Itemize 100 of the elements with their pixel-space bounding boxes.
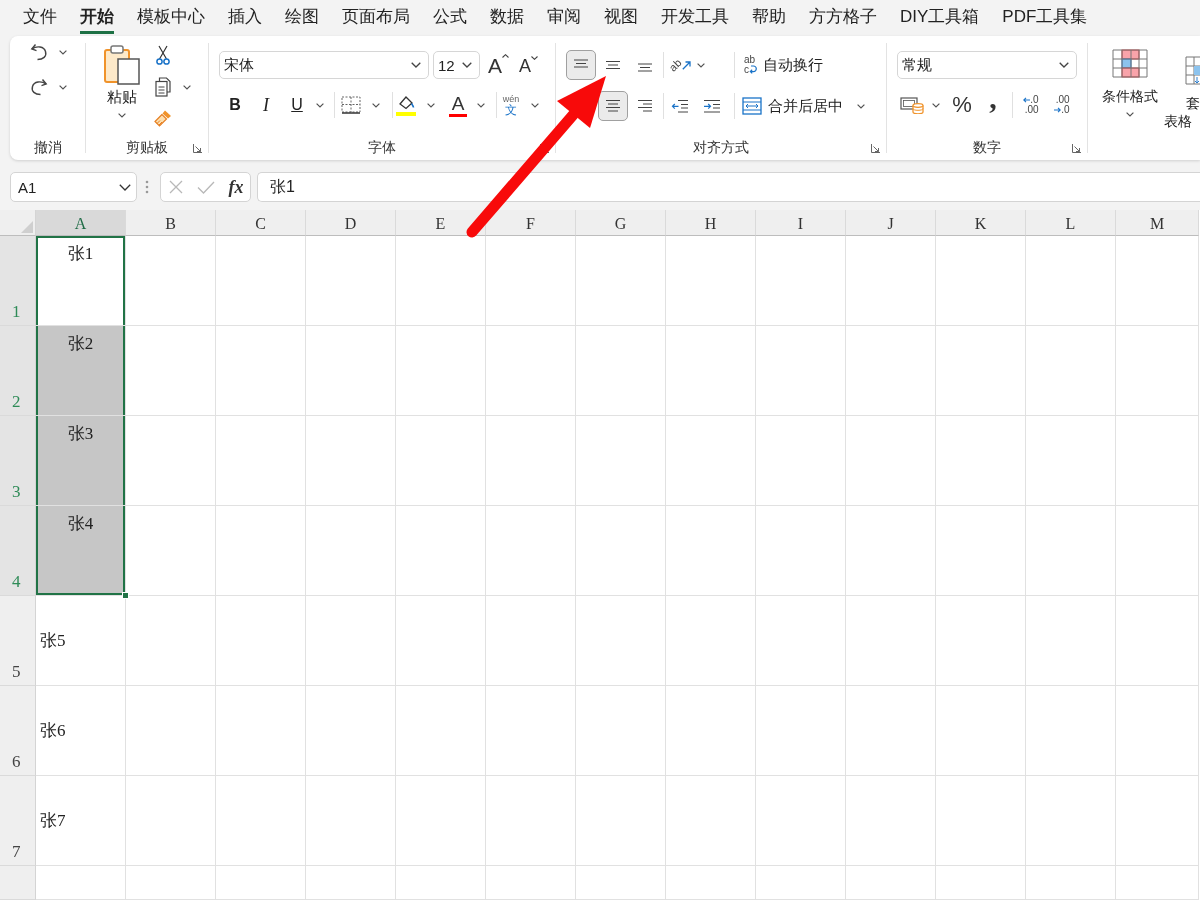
caret-icon[interactable]	[59, 84, 67, 90]
caret-icon[interactable]	[372, 102, 380, 108]
menu-tab[interactable]: PDF工具集	[1002, 0, 1088, 34]
caret-icon[interactable]	[531, 102, 539, 108]
caret-down-icon[interactable]	[531, 56, 539, 60]
menu-tab[interactable]: 数据	[490, 0, 524, 34]
menu-tab[interactable]: 模板中心	[137, 0, 205, 34]
table-cell: 张4	[36, 506, 126, 596]
underline-button[interactable]: U	[282, 91, 312, 119]
column-header[interactable]: L	[1026, 210, 1116, 236]
merge-center-button[interactable]: 合并后居中	[742, 91, 843, 121]
fill-color-icon[interactable]	[396, 94, 416, 116]
row-header[interactable]: 5	[0, 596, 36, 686]
caret-icon[interactable]	[477, 102, 485, 108]
diagonal-arrow-icon[interactable]	[681, 60, 691, 70]
caret-icon[interactable]	[1126, 112, 1134, 117]
scissors-icon[interactable]	[156, 45, 170, 65]
column-header[interactable]: J	[846, 210, 936, 236]
dialog-launcher-icon[interactable]	[871, 143, 880, 153]
decrease-font-size-button[interactable]: A	[519, 51, 539, 79]
table-cell: 张2	[36, 326, 126, 416]
chevron-down-icon[interactable]	[119, 183, 131, 191]
text-orientation-button[interactable]: ab	[667, 50, 693, 80]
column-header[interactable]: A	[36, 210, 126, 236]
menu-tab[interactable]: DIY工具箱	[900, 0, 980, 34]
caret-icon[interactable]	[183, 84, 191, 90]
column-header[interactable]: B	[126, 210, 216, 236]
copy-icon[interactable]	[155, 77, 171, 97]
align-center-icon[interactable]	[605, 99, 621, 113]
currency-icon[interactable]	[900, 96, 924, 114]
right-arrow-icon[interactable]	[1054, 107, 1062, 113]
caret-icon[interactable]	[857, 103, 865, 109]
menu-tab[interactable]: 页面布局	[342, 0, 410, 34]
font-size-select[interactable]: 12	[433, 51, 480, 79]
row-header[interactable]: 7	[0, 776, 36, 866]
menu-tab[interactable]: 插入	[228, 0, 262, 34]
table-cell: 张1	[36, 236, 126, 326]
row-header[interactable]: 6	[0, 686, 36, 776]
menu-tab[interactable]: 视图	[604, 0, 638, 34]
menu-tab[interactable]: 文件	[23, 0, 57, 34]
caret-up-icon[interactable]	[502, 54, 509, 58]
paste-button[interactable]: 粘贴	[104, 45, 140, 106]
column-header[interactable]: I	[756, 210, 846, 236]
column-header[interactable]: M	[1116, 210, 1199, 236]
caret-icon[interactable]	[932, 102, 940, 108]
decrease-indent-icon[interactable]	[671, 99, 689, 113]
number-format-select[interactable]: 常规	[897, 51, 1077, 79]
table-cell: 张3	[36, 416, 126, 506]
chevron-down-icon[interactable]	[1059, 62, 1069, 68]
chevron-down-icon[interactable]	[411, 62, 421, 68]
caret-icon[interactable]	[118, 113, 126, 118]
left-arrow-icon[interactable]	[1023, 97, 1031, 103]
table-format-button[interactable]: 套 表格	[1162, 49, 1200, 136]
decrease-decimal-button[interactable]: .00 .0	[1054, 91, 1070, 119]
phonetic-guide-button[interactable]: wén 文	[502, 91, 520, 119]
column-header[interactable]: H	[666, 210, 756, 236]
conditional-format-button[interactable]: 条件格式	[1100, 49, 1160, 105]
group-label: 剪贴板	[126, 139, 168, 157]
font-name-select[interactable]: 宋体	[219, 51, 429, 79]
menu-tab[interactable]: 绘图	[285, 0, 319, 34]
bold-button[interactable]: B	[220, 91, 250, 119]
align-center-button[interactable]	[598, 91, 628, 121]
table-style-icon[interactable]	[1185, 55, 1200, 86]
caret-icon[interactable]	[427, 102, 435, 108]
menu-tab[interactable]: 帮助	[752, 0, 786, 34]
chevron-down-icon[interactable]	[462, 62, 472, 68]
menu-tab[interactable]: 审阅	[547, 0, 581, 34]
fill-handle[interactable]	[122, 592, 129, 599]
borders-icon[interactable]	[341, 96, 361, 114]
menu-tab[interactable]: 方方格子	[809, 0, 877, 34]
font-color-button[interactable]: A	[448, 93, 468, 117]
increase-decimal-button[interactable]: .0 .00	[1023, 91, 1039, 119]
increase-font-size-button[interactable]: A	[488, 51, 509, 79]
menu-tab[interactable]: 公式	[433, 0, 467, 34]
caret-icon[interactable]	[316, 102, 324, 108]
clipboard-icon[interactable]	[104, 45, 140, 85]
column-header[interactable]: G	[576, 210, 666, 236]
undo-icon[interactable]	[30, 43, 48, 61]
group-label: 撤消	[33, 139, 62, 157]
caret-icon[interactable]	[697, 62, 705, 68]
name-box[interactable]: A1	[10, 172, 137, 202]
insert-function-button[interactable]: fx	[221, 173, 251, 201]
return-arrow-icon[interactable]	[749, 65, 757, 75]
redo-icon[interactable]	[30, 78, 48, 96]
formula-input[interactable]: 张1	[257, 172, 1200, 202]
dialog-launcher-icon[interactable]	[1072, 143, 1081, 153]
column-header[interactable]: F	[486, 210, 576, 236]
column-header[interactable]: K	[936, 210, 1026, 236]
increase-indent-icon[interactable]	[703, 99, 721, 113]
column-header[interactable]: D	[306, 210, 396, 236]
percent-button[interactable]: %	[946, 91, 978, 119]
comma-style-button[interactable]: ,	[978, 91, 1008, 119]
conditional-format-icon[interactable]	[1112, 49, 1148, 79]
menu-tab[interactable]: 开发工具	[661, 0, 729, 34]
italic-button[interactable]: I	[250, 91, 282, 119]
merge-cells-icon[interactable]	[742, 97, 762, 115]
column-header[interactable]: C	[216, 210, 306, 236]
grip-icon[interactable]	[145, 180, 149, 194]
dialog-launcher-icon[interactable]	[193, 143, 202, 153]
caret-icon[interactable]	[59, 49, 67, 55]
